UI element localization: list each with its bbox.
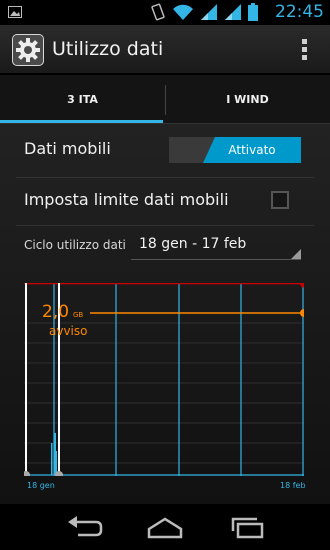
vibrate-icon bbox=[151, 3, 165, 21]
x-end-label: 18 feb bbox=[280, 481, 306, 490]
cycle-value: 18 gen - 17 feb bbox=[139, 236, 247, 252]
recent-apps-icon[interactable] bbox=[228, 513, 268, 543]
tab-i-wind[interactable]: I WIND bbox=[165, 75, 330, 123]
cycle-label: Ciclo utilizzo dati bbox=[24, 238, 126, 252]
settings-gear-icon[interactable] bbox=[12, 34, 44, 66]
chart-grid bbox=[24, 322, 304, 464]
warning-label: avviso bbox=[49, 324, 88, 338]
toggle-on-label: Attivato bbox=[203, 137, 301, 163]
tab-bar: 3 ITA I WIND bbox=[0, 75, 330, 123]
warning-value: 2,0 bbox=[42, 302, 70, 322]
mobile-data-toggle[interactable]: Attivato bbox=[169, 137, 301, 163]
usage-bars bbox=[51, 433, 57, 475]
clock: 22:45 bbox=[275, 2, 324, 22]
overflow-menu-icon[interactable] bbox=[302, 39, 308, 60]
navigation-bar bbox=[0, 505, 330, 550]
tab-3-ita[interactable]: 3 ITA bbox=[0, 75, 165, 123]
divider bbox=[16, 225, 314, 226]
mobile-data-label: Dati mobili bbox=[24, 139, 111, 158]
action-bar: Utilizzo dati bbox=[0, 25, 330, 74]
x-start-label: 18 gen bbox=[27, 481, 55, 490]
wifi-icon bbox=[173, 4, 193, 20]
back-icon[interactable] bbox=[64, 513, 104, 543]
chart-week-lines bbox=[53, 283, 304, 476]
cycle-dropdown[interactable]: 18 gen - 17 feb bbox=[131, 232, 301, 260]
limit-handle bbox=[300, 283, 304, 288]
mobile-data-row[interactable]: Dati mobili Attivato bbox=[0, 124, 330, 177]
picture-icon bbox=[8, 6, 22, 18]
status-bar: 22:45 bbox=[0, 0, 330, 25]
home-icon[interactable] bbox=[145, 513, 185, 543]
page-title: Utilizzo dati bbox=[52, 38, 164, 60]
signal-icon bbox=[201, 4, 217, 20]
limit-label: Imposta limite dati mobili bbox=[24, 190, 229, 209]
signal-icon bbox=[225, 4, 241, 20]
warning-handle bbox=[300, 309, 304, 317]
limit-checkbox[interactable] bbox=[271, 191, 289, 209]
warning-unit: GB bbox=[73, 311, 84, 319]
battery-icon bbox=[248, 3, 258, 21]
dropdown-arrow-icon bbox=[291, 249, 301, 259]
divider bbox=[16, 177, 314, 178]
cycle-start-handle bbox=[24, 471, 30, 476]
